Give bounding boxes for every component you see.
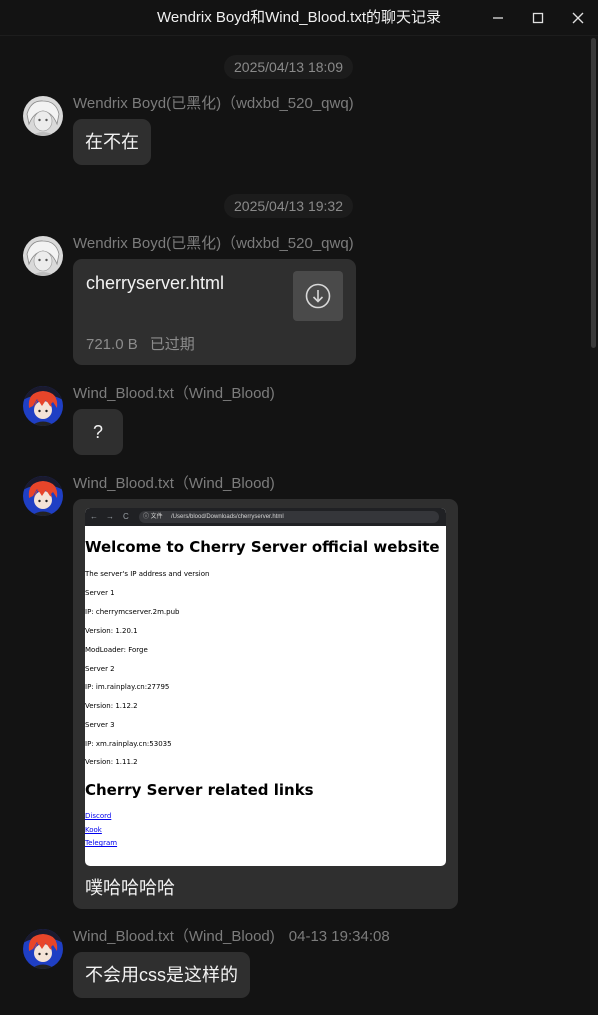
scrollbar-thumb[interactable]: [591, 38, 596, 348]
back-arrow-icon: ←: [90, 512, 98, 521]
page-text: IP: im.rainplay.cn:27795: [85, 683, 170, 691]
page-text: The server's IP address and version: [85, 570, 210, 578]
page-text: Server 1: [85, 589, 115, 597]
url-chip: ⓘ 文件: [143, 514, 163, 520]
message-bubble[interactable]: 不会用css是这样的: [73, 952, 250, 998]
message-text: 噗哈哈哈哈: [85, 878, 175, 898]
message-bubble[interactable]: 在不在: [73, 119, 151, 165]
page-text: Server 2: [85, 665, 115, 673]
sender-name: Wendrix Boyd(已黑化)（wdxbd_520_qwq): [73, 94, 354, 114]
address-bar: ⓘ 文件 /Users/blood/Downloads/cherryserver…: [139, 511, 439, 523]
sender-name: Wind_Blood.txt（Wind_Blood) 04-13 19:34:08: [73, 927, 390, 947]
file-message[interactable]: cherryserver.html 721.0 B 已过期: [73, 259, 356, 365]
page-text: Server 3: [85, 721, 115, 729]
sender-label: Wendrix Boyd(已黑化)（wdxbd_520_qwq): [73, 95, 354, 112]
page-heading: Welcome to Cherry Server official websit…: [85, 538, 440, 556]
avatar-wind-blood[interactable]: [23, 476, 63, 516]
screenshot-image[interactable]: ← → C ⓘ 文件 /Users/blood/Downloads/cherry…: [85, 508, 446, 866]
close-button[interactable]: [558, 0, 598, 36]
reload-icon: C: [123, 512, 129, 521]
link-discord[interactable]: Discord: [85, 812, 111, 820]
file-status: 已过期: [149, 336, 195, 353]
title-bar: Wendrix Boyd和Wind_Blood.txt的聊天记录: [0, 0, 598, 36]
close-icon: [572, 12, 584, 24]
maximize-button[interactable]: [518, 0, 558, 36]
link-telegram[interactable]: Telegram: [85, 839, 117, 847]
avatar-wendrix[interactable]: [23, 236, 63, 276]
message-bubble[interactable]: ?: [73, 409, 123, 455]
message-time: 04-13 19:34:08: [288, 928, 390, 945]
file-size: 721.0 B: [86, 336, 138, 353]
page-heading: Cherry Server related links: [85, 781, 314, 799]
page-text: IP: cherrymcserver.2m.pub: [85, 608, 180, 616]
sender-label: Wind_Blood.txt（Wind_Blood): [73, 385, 275, 402]
sender-name: Wendrix Boyd(已黑化)（wdxbd_520_qwq): [73, 234, 354, 254]
file-meta: 721.0 B 已过期: [86, 333, 195, 354]
page-text: Version: 1.12.2: [85, 702, 138, 710]
message-text: ?: [92, 422, 103, 442]
download-icon: [305, 283, 331, 309]
maximize-icon: [532, 12, 544, 24]
message-text: 不会用css是这样的: [85, 965, 238, 985]
date-separator: 2025/04/13 19:32: [224, 194, 353, 218]
image-message[interactable]: ← → C ⓘ 文件 /Users/blood/Downloads/cherry…: [73, 499, 458, 909]
scrollbar[interactable]: [590, 36, 598, 1015]
page-text: IP: xm.rainplay.cn:53035: [85, 740, 172, 748]
sender-label: Wind_Blood.txt（Wind_Blood): [73, 475, 275, 492]
file-name: cherryserver.html: [86, 273, 225, 293]
download-button[interactable]: [293, 271, 343, 321]
minimize-button[interactable]: [478, 0, 518, 36]
avatar-wind-blood[interactable]: [23, 929, 63, 969]
forward-arrow-icon: →: [106, 512, 114, 521]
sender-label: Wendrix Boyd(已黑化)（wdxbd_520_qwq): [73, 235, 354, 252]
message-text: 在不在: [85, 132, 139, 152]
minimize-icon: [493, 17, 503, 19]
date-separator: 2025/04/13 18:09: [224, 55, 353, 79]
page-text: Version: 1.11.2: [85, 758, 138, 766]
avatar-wind-blood[interactable]: [23, 386, 63, 426]
sender-name: Wind_Blood.txt（Wind_Blood): [73, 384, 275, 404]
sender-name: Wind_Blood.txt（Wind_Blood): [73, 474, 275, 494]
link-kook[interactable]: Kook: [85, 826, 102, 834]
url-text: /Users/blood/Downloads/cherryserver.html: [171, 514, 284, 520]
page-text: Version: 1.20.1: [85, 627, 138, 635]
sender-label: Wind_Blood.txt（Wind_Blood): [73, 928, 275, 945]
chat-history[interactable]: 2025/04/13 18:09 Wendrix Boyd(已黑化)（wdxbd…: [0, 36, 590, 1015]
page-text: ModLoader: Forge: [85, 646, 148, 654]
browser-toolbar: ← → C ⓘ 文件 /Users/blood/Downloads/cherry…: [85, 508, 446, 526]
avatar-wendrix[interactable]: [23, 96, 63, 136]
